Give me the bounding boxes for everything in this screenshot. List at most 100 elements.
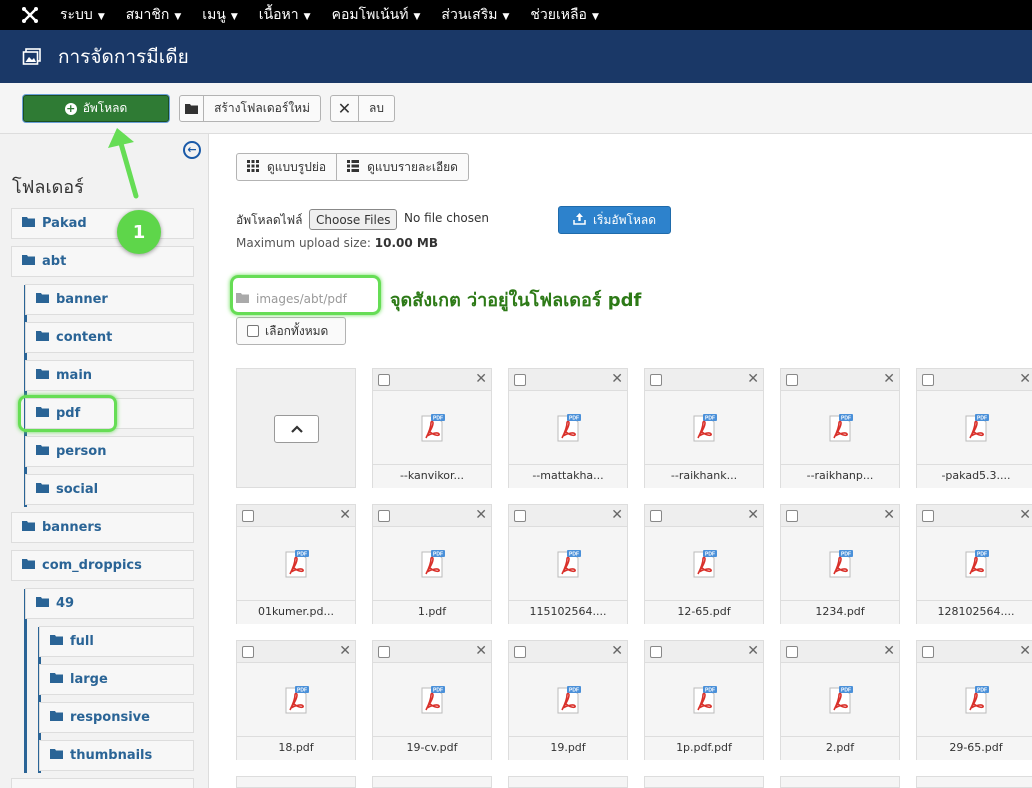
file-checkbox[interactable] xyxy=(378,510,390,522)
file-checkbox[interactable] xyxy=(786,510,798,522)
collapse-sidebar-icon[interactable]: ← xyxy=(183,141,201,159)
delete-file-icon[interactable]: ✕ xyxy=(1019,507,1031,523)
file-tile[interactable]: ✕ PDF --mattakha... xyxy=(508,368,628,488)
file-tile[interactable]: ✕ PDF 1p.pdf.pdf xyxy=(644,640,764,760)
file-tile[interactable]: ✕ PDF 12-65.pdf xyxy=(644,504,764,624)
detail-view-button[interactable]: ดูแบบรายละเอียด xyxy=(336,154,468,180)
caret-down-icon: ▼ xyxy=(413,12,421,22)
file-tile[interactable]: ✕ PDF --kanvikor... xyxy=(372,368,492,488)
folder-item-main[interactable]: main xyxy=(25,360,194,391)
file-tile[interactable] xyxy=(508,776,628,788)
file-tile[interactable] xyxy=(780,776,900,788)
delete-file-icon[interactable]: ✕ xyxy=(475,507,487,523)
folder-item-abt[interactable]: abt xyxy=(11,246,194,277)
file-tile[interactable]: ✕ PDF --raikhank... xyxy=(644,368,764,488)
file-checkbox[interactable] xyxy=(922,510,934,522)
thumbnail-view-button[interactable]: ดูแบบรูปย่อ xyxy=(237,154,336,180)
delete-file-icon[interactable]: ✕ xyxy=(611,371,623,387)
folder-item-person[interactable]: person xyxy=(25,436,194,467)
delete-file-icon[interactable]: ✕ xyxy=(883,507,895,523)
start-upload-button[interactable]: เริ่มอัพโหลด xyxy=(558,206,671,234)
delete-file-icon[interactable]: ✕ xyxy=(883,643,895,659)
menu-system[interactable]: ระบบ ▼ xyxy=(60,4,115,26)
delete-file-icon[interactable]: ✕ xyxy=(611,507,623,523)
file-tile[interactable] xyxy=(916,776,1032,788)
file-checkbox[interactable] xyxy=(514,646,526,658)
joomla-logo-icon[interactable] xyxy=(0,0,60,30)
folder-item-content[interactable]: content xyxy=(25,322,194,353)
menu-menus[interactable]: เมนู ▼ xyxy=(202,4,248,26)
file-checkbox[interactable] xyxy=(378,646,390,658)
delete-file-icon[interactable]: ✕ xyxy=(747,643,759,659)
choose-files-button[interactable]: Choose Files xyxy=(309,209,398,230)
pdf-icon: PDF xyxy=(509,663,627,736)
upload-icon xyxy=(573,212,586,228)
delete-file-icon[interactable]: ✕ xyxy=(747,371,759,387)
file-checkbox[interactable] xyxy=(514,510,526,522)
svg-text:PDF: PDF xyxy=(297,687,307,693)
file-checkbox[interactable] xyxy=(378,374,390,386)
tile-header: ✕ xyxy=(237,505,355,527)
pdf-icon: PDF xyxy=(237,663,355,736)
menu-users[interactable]: สมาชิก ▼ xyxy=(126,4,192,26)
menu-content[interactable]: เนื้อหา ▼ xyxy=(259,4,321,26)
folder-item-thumbnails[interactable]: thumbnails xyxy=(39,740,194,771)
folder-item-pakad[interactable]: Pakad xyxy=(11,208,194,239)
file-checkbox[interactable] xyxy=(786,374,798,386)
file-tile[interactable]: ✕ PDF 128102564.... xyxy=(916,504,1032,624)
file-tile[interactable]: ✕ PDF 18.pdf xyxy=(236,640,356,760)
folder-item-social[interactable]: social xyxy=(25,474,194,505)
file-checkbox[interactable] xyxy=(242,510,254,522)
folder-item-large[interactable]: large xyxy=(39,664,194,695)
menu-extensions[interactable]: ส่วนเสริม ▼ xyxy=(441,4,519,26)
select-all-checkbox[interactable] xyxy=(247,325,259,337)
chevron-up-icon[interactable] xyxy=(274,415,319,443)
file-checkbox[interactable] xyxy=(922,374,934,386)
file-tile[interactable]: ✕ PDF --raikhanp... xyxy=(780,368,900,488)
file-tile[interactable]: ✕ PDF 1.pdf xyxy=(372,504,492,624)
upload-button[interactable]: + อัพโหลด xyxy=(23,95,169,122)
delete-file-icon[interactable]: ✕ xyxy=(339,507,351,523)
file-checkbox[interactable] xyxy=(242,646,254,658)
delete-file-icon[interactable]: ✕ xyxy=(883,371,895,387)
delete-file-icon[interactable]: ✕ xyxy=(1019,371,1031,387)
menu-help[interactable]: ช่วยเหลือ ▼ xyxy=(530,4,609,26)
delete-file-icon[interactable]: ✕ xyxy=(1019,643,1031,659)
folder-item-full[interactable]: full xyxy=(39,626,194,657)
file-tile[interactable]: ✕ PDF 115102564.... xyxy=(508,504,628,624)
file-checkbox[interactable] xyxy=(922,646,934,658)
file-checkbox[interactable] xyxy=(514,374,526,386)
file-checkbox[interactable] xyxy=(650,510,662,522)
file-tile[interactable] xyxy=(372,776,492,788)
folder-item-partial[interactable] xyxy=(11,778,194,788)
file-tile[interactable]: ✕ PDF 19.pdf xyxy=(508,640,628,760)
file-checkbox[interactable] xyxy=(786,646,798,658)
file-tile[interactable]: ✕ PDF -pakad5.3.... xyxy=(916,368,1032,488)
parent-folder-tile[interactable] xyxy=(236,368,356,488)
file-tile[interactable]: ✕ PDF 2.pdf xyxy=(780,640,900,760)
file-tile[interactable]: ✕ PDF 29-65.pdf xyxy=(916,640,1032,760)
delete-file-icon[interactable]: ✕ xyxy=(611,643,623,659)
folder-item-responsive[interactable]: responsive xyxy=(39,702,194,733)
select-all-button[interactable]: เลือกทั้งหมด xyxy=(236,317,346,345)
delete-file-icon[interactable]: ✕ xyxy=(475,643,487,659)
folder-item-banner[interactable]: banner xyxy=(25,284,194,315)
folder-item-com-droppics[interactable]: com_droppics xyxy=(11,550,194,581)
tile-header: ✕ xyxy=(373,505,491,527)
delete-button[interactable]: ✕ ลบ xyxy=(330,95,395,122)
menu-components[interactable]: คอมโพเน้นท์ ▼ xyxy=(332,4,431,26)
file-tile[interactable]: ✕ PDF 19-cv.pdf xyxy=(372,640,492,760)
folder-item-banners[interactable]: banners xyxy=(11,512,194,543)
delete-file-icon[interactable]: ✕ xyxy=(747,507,759,523)
tile-header: ✕ xyxy=(509,505,627,527)
file-tile[interactable]: ✕ PDF 01kumer.pd... xyxy=(236,504,356,624)
folder-item-49[interactable]: 49 xyxy=(25,588,194,619)
file-tile[interactable] xyxy=(644,776,764,788)
delete-file-icon[interactable]: ✕ xyxy=(339,643,351,659)
file-checkbox[interactable] xyxy=(650,374,662,386)
file-tile[interactable]: ✕ PDF 1234.pdf xyxy=(780,504,900,624)
file-checkbox[interactable] xyxy=(650,646,662,658)
new-folder-button[interactable]: สร้างโฟลเดอร์ใหม่ xyxy=(179,95,321,122)
file-tile[interactable] xyxy=(236,776,356,788)
delete-file-icon[interactable]: ✕ xyxy=(475,371,487,387)
